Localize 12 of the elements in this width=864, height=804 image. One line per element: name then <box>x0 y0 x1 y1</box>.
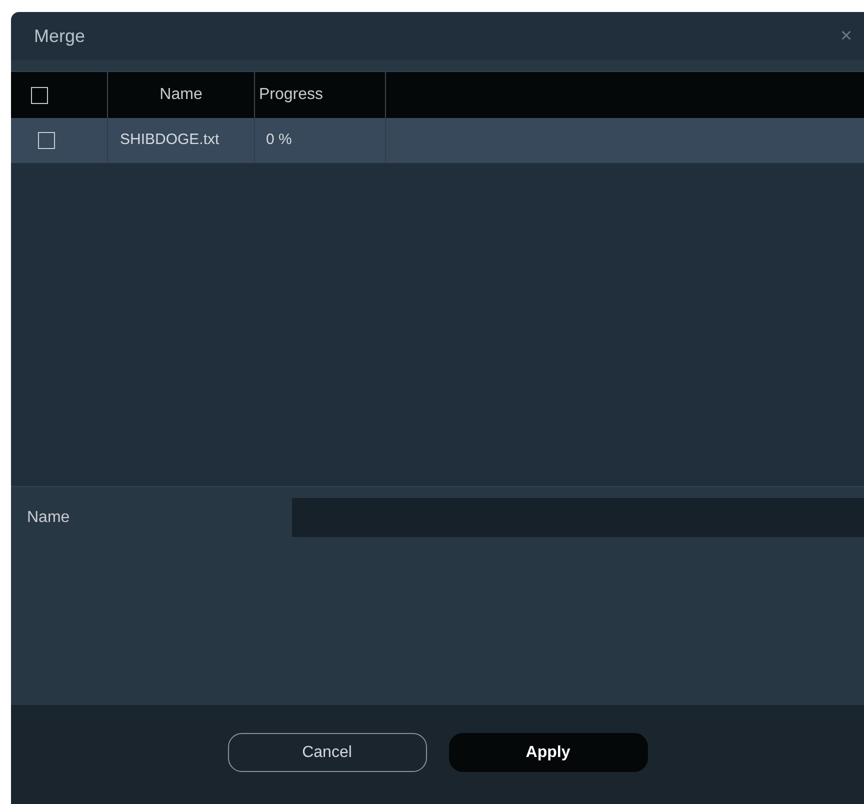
name-label: Name <box>26 508 71 528</box>
table-cell-text: 0 % <box>266 130 292 150</box>
checkbox[interactable] <box>31 86 48 104</box>
apply-button[interactable]: Apply <box>448 733 648 772</box>
window-title: Merge <box>34 24 86 48</box>
name-field[interactable] <box>292 498 864 537</box>
table-cell-text: SHIBDOGE.txt <box>120 130 220 150</box>
cancel-button[interactable]: Cancel <box>228 733 426 772</box>
column-header[interactable]: Progress <box>259 83 324 107</box>
column-header[interactable]: Name <box>160 83 202 107</box>
table-row[interactable]: SHIBDOGE.txt 0 % <box>11 118 864 163</box>
checkbox[interactable] <box>38 132 55 149</box>
